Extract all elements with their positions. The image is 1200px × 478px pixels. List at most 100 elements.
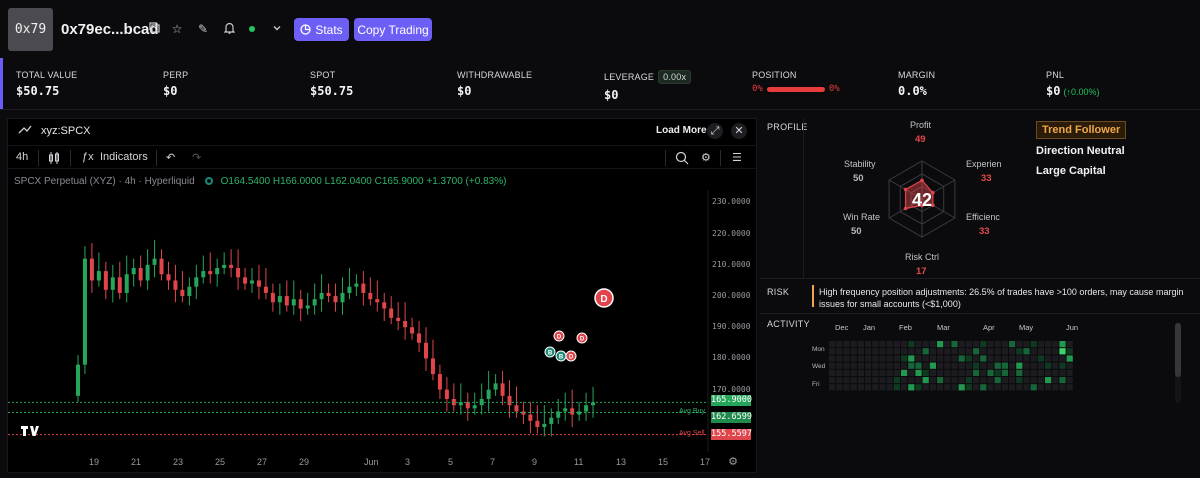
candle xyxy=(138,255,143,287)
heatmap-cell xyxy=(857,341,864,348)
stat-pnl: PNL $0 (↑0.00%) xyxy=(1046,70,1099,98)
heatmap-cell xyxy=(965,362,972,369)
heatmap-cell xyxy=(965,348,972,355)
radar-metric-label: Efficienc xyxy=(966,212,1000,222)
heatmap-cell xyxy=(1066,362,1073,369)
heatmap-cell xyxy=(857,377,864,384)
candle xyxy=(403,302,408,340)
heatmap-cell xyxy=(944,384,951,391)
candle xyxy=(368,277,373,306)
date-tick-label: 17 xyxy=(700,457,711,467)
undo-icon[interactable]: ↶ xyxy=(166,151,175,164)
candle xyxy=(333,283,338,312)
indicators-icon[interactable]: ƒx xyxy=(82,151,94,163)
candle xyxy=(326,283,331,303)
heatmap-cell xyxy=(879,384,886,391)
last-price-tag: 165.9000 xyxy=(711,394,752,406)
online-status-dot xyxy=(249,26,255,32)
stats-button[interactable]: Stats xyxy=(294,18,349,41)
heatmap-cell xyxy=(994,369,1001,376)
heatmap-cell xyxy=(1066,355,1073,362)
heatmap-cell xyxy=(1037,362,1044,369)
heatmap-cell xyxy=(1030,348,1037,355)
heatmap-cell xyxy=(836,341,843,348)
candle xyxy=(110,264,115,303)
heatmap-cell xyxy=(1066,341,1073,348)
risk-accent-bar xyxy=(812,285,814,307)
heatmap-cell xyxy=(951,355,958,362)
heatmap-cell xyxy=(836,384,843,391)
candle xyxy=(312,283,317,315)
candle xyxy=(493,374,498,396)
heatmap-cell xyxy=(1023,348,1030,355)
heatmap-cell xyxy=(994,341,1001,348)
heatmap-cell xyxy=(965,377,972,384)
chart-settings-icon[interactable]: ⚙ xyxy=(726,455,740,469)
candle-type-icon[interactable] xyxy=(48,151,60,168)
heatmap-cell xyxy=(987,384,994,391)
pencil-icon[interactable]: ✎ xyxy=(196,22,210,36)
heatmap-cell xyxy=(1016,384,1023,391)
bell-icon[interactable] xyxy=(222,22,236,36)
heatmap-cell xyxy=(843,362,850,369)
chart-symbol[interactable]: xyz:SPCX xyxy=(41,125,91,137)
snapshot-icon[interactable] xyxy=(675,151,689,168)
heatmap-cell xyxy=(929,348,936,355)
chevron-down-icon[interactable] xyxy=(270,22,284,36)
heatmap-cell xyxy=(865,355,872,362)
stat-margin: MARGIN 0.0% xyxy=(898,70,935,98)
radar-metric-value: 50 xyxy=(851,226,862,237)
indicators-button[interactable]: Indicators xyxy=(100,151,148,163)
pnl-change: (↑0.00%) xyxy=(1063,87,1100,97)
load-more-button[interactable]: Load More xyxy=(656,125,707,136)
heatmap-cell xyxy=(879,355,886,362)
candle xyxy=(500,370,505,406)
heatmap-cell xyxy=(901,369,908,376)
heatmap-cell xyxy=(973,377,980,384)
heatmap-cell xyxy=(908,369,915,376)
dist-marker: D xyxy=(594,288,614,308)
expand-icon[interactable]: ⤢ xyxy=(707,123,723,139)
date-tick-label: Jun xyxy=(364,457,379,467)
activity-scrollbar-thumb[interactable] xyxy=(1175,323,1181,377)
star-icon[interactable]: ☆ xyxy=(170,22,184,36)
heatmap-cell xyxy=(893,355,900,362)
heatmap-cell xyxy=(1052,362,1059,369)
candle xyxy=(117,261,122,300)
copy-icon[interactable] xyxy=(147,22,161,36)
account-header: 0x79 0x79ec...bcad ☆ ✎ Stats Copy Tradin… xyxy=(0,0,1200,58)
heatmap-cell xyxy=(879,341,886,348)
heatmap-cell xyxy=(850,377,857,384)
position-ratio-bar xyxy=(766,86,825,92)
date-tick-label: 29 xyxy=(299,457,310,467)
heatmap-cell xyxy=(980,341,987,348)
copy-trading-button[interactable]: Copy Trading xyxy=(354,18,432,41)
layout-icon[interactable]: ☰ xyxy=(732,151,742,164)
avg-buy-price-tag: 162.6599 xyxy=(711,412,752,423)
candlestick-plot[interactable]: BB DD DD xyxy=(8,190,756,452)
heatmap-cell xyxy=(843,369,850,376)
heatmap-cell xyxy=(915,377,922,384)
radar-metric-label: Win Rate xyxy=(843,212,881,222)
heatmap-cell xyxy=(1030,355,1037,362)
candle xyxy=(159,249,164,281)
close-icon[interactable]: ✕ xyxy=(731,123,747,139)
interval-selector[interactable]: 4h xyxy=(16,151,28,163)
activity-heatmap xyxy=(829,341,1073,391)
heatmap-cell xyxy=(1045,377,1052,384)
redo-icon[interactable]: ↷ xyxy=(192,151,201,164)
stat-value: $50.75 xyxy=(16,84,60,98)
heatmap-cell xyxy=(857,348,864,355)
stat-label: WITHDRAWABLE xyxy=(457,70,533,80)
heatmap-cell xyxy=(872,369,879,376)
avatar: 0x79 xyxy=(8,8,53,51)
heatmap-cell xyxy=(829,384,836,391)
stat-value: 0.0% xyxy=(898,84,927,98)
heatmap-cell xyxy=(865,369,872,376)
heatmap-cell xyxy=(987,341,994,348)
day-label-mon: Mon xyxy=(812,346,825,353)
heatmap-cell xyxy=(1009,355,1016,362)
visibility-toggle-icon[interactable] xyxy=(204,177,213,185)
settings-gear-icon[interactable]: ⚙ xyxy=(701,151,711,164)
stat-perp: PERP $0 xyxy=(163,70,188,98)
